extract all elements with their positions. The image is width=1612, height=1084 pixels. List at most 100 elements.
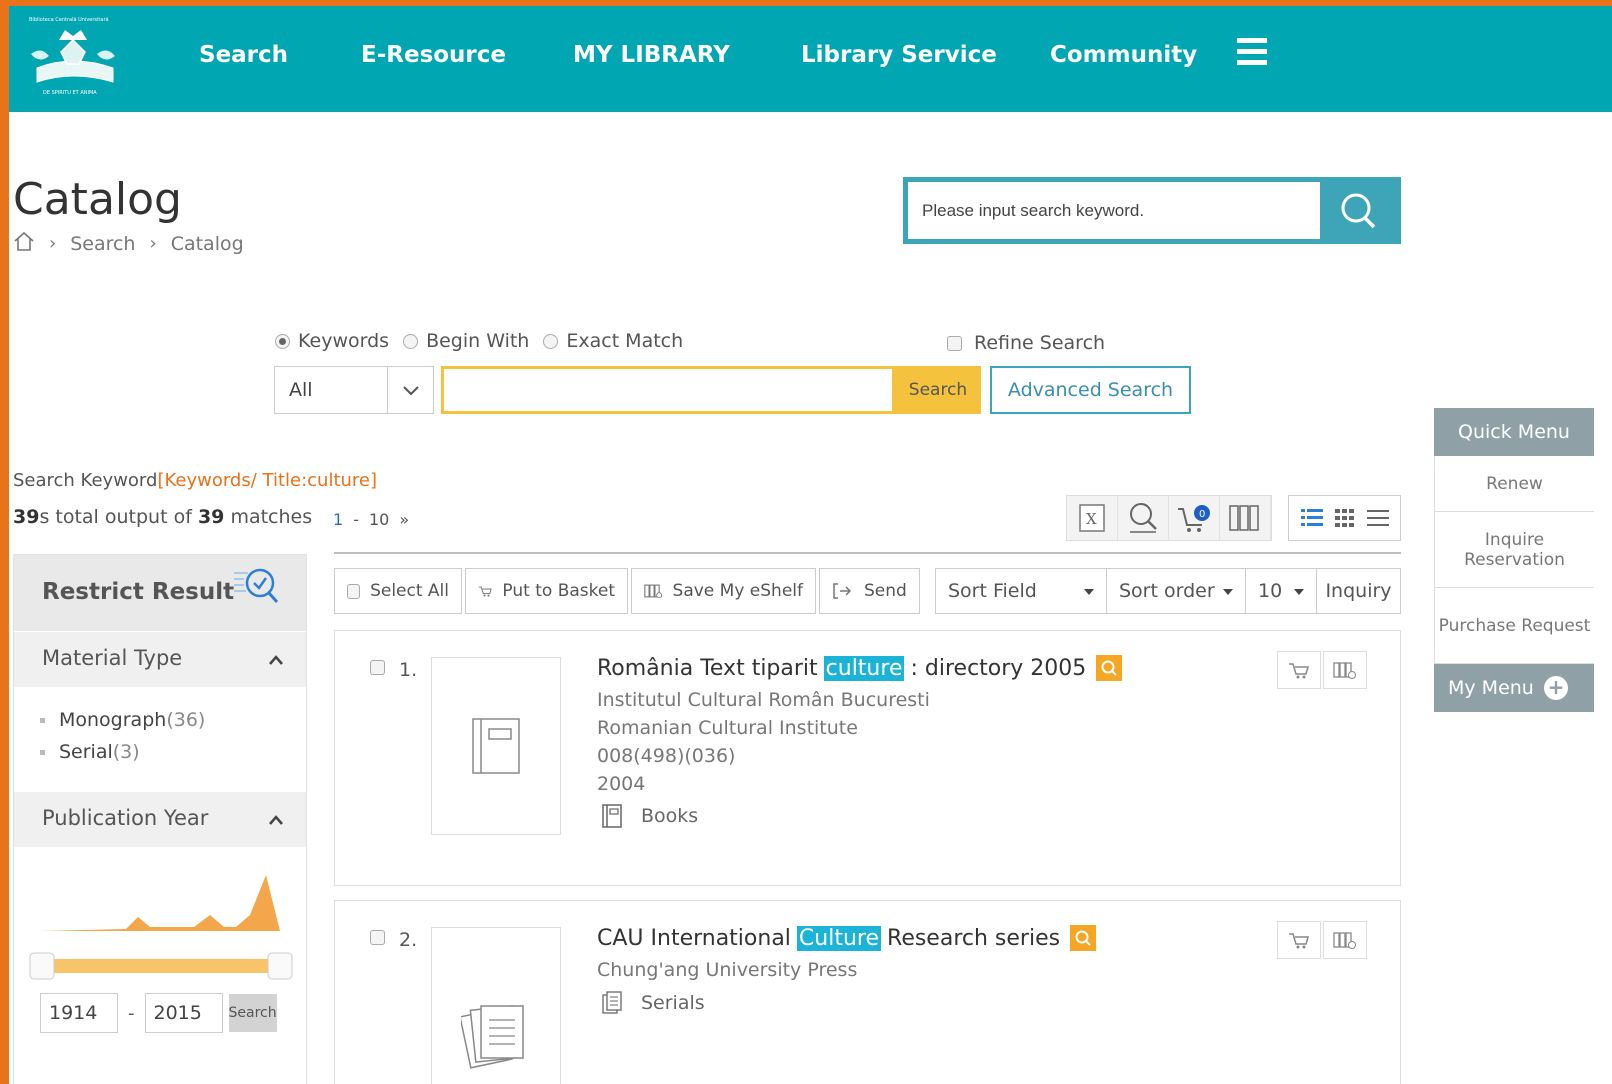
pager-last-page[interactable]: 10 bbox=[369, 510, 389, 529]
sort-field-select[interactable]: Sort Field bbox=[935, 568, 1107, 614]
search-button[interactable]: Search bbox=[895, 366, 981, 414]
add-to-eshelf-icon[interactable] bbox=[1323, 921, 1367, 959]
add-to-eshelf-icon[interactable] bbox=[1323, 651, 1367, 689]
page-size-select[interactable]: 10 bbox=[1245, 568, 1317, 614]
save-eshelf-button[interactable]: Save My eShelf bbox=[631, 568, 816, 614]
radio-begin-with-label[interactable]: Begin With bbox=[426, 330, 529, 352]
send-label: Send bbox=[864, 581, 907, 601]
radio-exact-match[interactable] bbox=[543, 333, 559, 349]
pager-next-button[interactable]: » bbox=[399, 510, 409, 529]
nav-library-service[interactable]: Library Service bbox=[801, 42, 997, 68]
result-checkbox[interactable] bbox=[370, 660, 385, 675]
preview-search-icon[interactable] bbox=[1070, 925, 1097, 951]
quick-menu-purchase-request[interactable]: Purchase Request bbox=[1434, 588, 1594, 664]
preview-search-icon[interactable] bbox=[1096, 655, 1123, 681]
quick-menu-inquire-reservation[interactable]: Inquire Reservation bbox=[1434, 512, 1594, 588]
send-button[interactable]: Send bbox=[819, 568, 920, 614]
nav-search[interactable]: Search bbox=[199, 42, 288, 68]
facet-item-monograph[interactable]: Monograph (36) bbox=[40, 709, 306, 731]
total-suffix-1: s total output of bbox=[39, 506, 192, 528]
result-actions bbox=[1277, 651, 1367, 689]
breadcrumb-search[interactable]: Search bbox=[70, 233, 135, 255]
advanced-search-button[interactable]: Advanced Search bbox=[990, 366, 1191, 414]
put-to-basket-button[interactable]: Put to Basket bbox=[465, 568, 628, 614]
nav-community[interactable]: Community bbox=[1050, 42, 1197, 68]
basket-icon[interactable]: 0 bbox=[1169, 496, 1220, 540]
search-query-input[interactable] bbox=[441, 366, 895, 414]
range-slider-end-handle[interactable] bbox=[267, 952, 293, 980]
year-to-input[interactable] bbox=[144, 993, 223, 1033]
result-year: 2004 bbox=[597, 773, 646, 795]
breadcrumb-separator-icon: › bbox=[149, 233, 157, 254]
chevron-up-icon[interactable] bbox=[268, 814, 284, 826]
grid-view-icon[interactable] bbox=[1331, 507, 1359, 529]
serial-cover-placeholder[interactable] bbox=[431, 927, 561, 1084]
radio-begin-with[interactable] bbox=[403, 333, 419, 349]
material-type-header[interactable]: Material Type bbox=[14, 631, 306, 687]
compact-view-icon[interactable] bbox=[1364, 507, 1392, 529]
match-count: 39 bbox=[197, 506, 225, 528]
search-icon[interactable] bbox=[1118, 496, 1169, 540]
publication-year-header[interactable]: Publication Year bbox=[14, 791, 306, 847]
search-scope-select[interactable]: All bbox=[274, 366, 434, 414]
radio-keywords[interactable] bbox=[275, 333, 290, 349]
list-view-icon[interactable] bbox=[1298, 507, 1326, 529]
quick-menu: Quick Menu Renew Inquire Reservation Pur… bbox=[1434, 408, 1594, 712]
result-checkbox[interactable] bbox=[370, 930, 385, 945]
sort-order-select[interactable]: Sort order bbox=[1106, 568, 1246, 614]
search-keyword-value: [Keywords/ Title:culture] bbox=[157, 470, 378, 491]
chevron-up-icon[interactable] bbox=[268, 654, 284, 666]
search-mode-group: Keywords Begin With Exact Match bbox=[275, 330, 697, 352]
nav-e-resource[interactable]: E-Resource bbox=[361, 42, 506, 68]
result-publisher: Romanian Cultural Institute bbox=[597, 717, 858, 739]
add-to-basket-icon[interactable] bbox=[1277, 651, 1321, 689]
serial-icon bbox=[602, 991, 622, 1014]
basket-icon bbox=[478, 586, 492, 597]
select-all-checkbox[interactable] bbox=[347, 583, 361, 599]
result-title-after: : directory 2005 bbox=[910, 655, 1087, 681]
basket-count-badge: 0 bbox=[1199, 509, 1205, 520]
my-menu-button[interactable]: My Menu + bbox=[1434, 664, 1594, 712]
dropdown-arrow-icon bbox=[1294, 589, 1304, 595]
hamburger-icon[interactable] bbox=[1237, 38, 1267, 66]
result-item: 1. România Text tiparit culture : direct… bbox=[334, 630, 1401, 886]
add-to-basket-icon[interactable] bbox=[1277, 921, 1321, 959]
nav-my-library[interactable]: MY LIBRARY bbox=[573, 42, 730, 68]
book-cover-placeholder[interactable] bbox=[431, 657, 561, 835]
eshelf-icon[interactable] bbox=[1220, 496, 1271, 540]
put-to-basket-label: Put to Basket bbox=[502, 581, 615, 601]
search-scope-value: All bbox=[289, 379, 313, 401]
radio-keywords-label[interactable]: Keywords bbox=[298, 330, 389, 352]
sort-order-label: Sort order bbox=[1119, 580, 1215, 602]
radio-exact-match-label[interactable]: Exact Match bbox=[566, 330, 683, 352]
year-search-button[interactable]: Search bbox=[228, 994, 277, 1032]
result-title[interactable]: România Text tiparit culture : directory… bbox=[597, 655, 1123, 681]
range-slider-start-handle[interactable] bbox=[29, 952, 55, 980]
excel-export-icon[interactable]: X bbox=[1067, 496, 1118, 540]
result-title-match: Culture bbox=[796, 925, 882, 951]
refine-search-checkbox[interactable] bbox=[947, 335, 962, 351]
view-mode-switch bbox=[1288, 495, 1401, 541]
quick-menu-renew[interactable]: Renew bbox=[1434, 456, 1594, 512]
facet-item-serial[interactable]: Serial (3) bbox=[40, 741, 306, 763]
result-tools: X 0 bbox=[1066, 495, 1272, 541]
breadcrumb-catalog[interactable]: Catalog bbox=[171, 233, 244, 255]
result-publisher: Chung'ang University Press bbox=[597, 959, 858, 981]
top-search-input[interactable] bbox=[908, 182, 1320, 239]
material-type-title: Material Type bbox=[42, 646, 183, 670]
year-from-input[interactable] bbox=[40, 993, 118, 1033]
inquiry-button[interactable]: Inquiry bbox=[1316, 568, 1401, 614]
pager-current-page[interactable]: 1 bbox=[333, 510, 343, 529]
plus-icon[interactable]: + bbox=[1544, 676, 1568, 700]
pager: 1 - 10 » bbox=[333, 510, 409, 529]
bullet-icon bbox=[40, 717, 45, 723]
select-all-button[interactable]: Select All bbox=[334, 568, 462, 614]
chevron-down-icon[interactable] bbox=[387, 367, 433, 413]
total-results-line: 39s total output of 39 matches bbox=[13, 506, 312, 528]
top-search-button[interactable] bbox=[1320, 182, 1396, 239]
page-size-label: 10 bbox=[1258, 580, 1283, 602]
result-title[interactable]: CAU International Culture Research serie… bbox=[597, 925, 1097, 951]
home-icon[interactable] bbox=[13, 230, 35, 257]
library-logo[interactable]: Biblioteca Centrală Universitară DE SPIR… bbox=[17, 10, 129, 98]
refine-search-label[interactable]: Refine Search bbox=[974, 332, 1105, 354]
